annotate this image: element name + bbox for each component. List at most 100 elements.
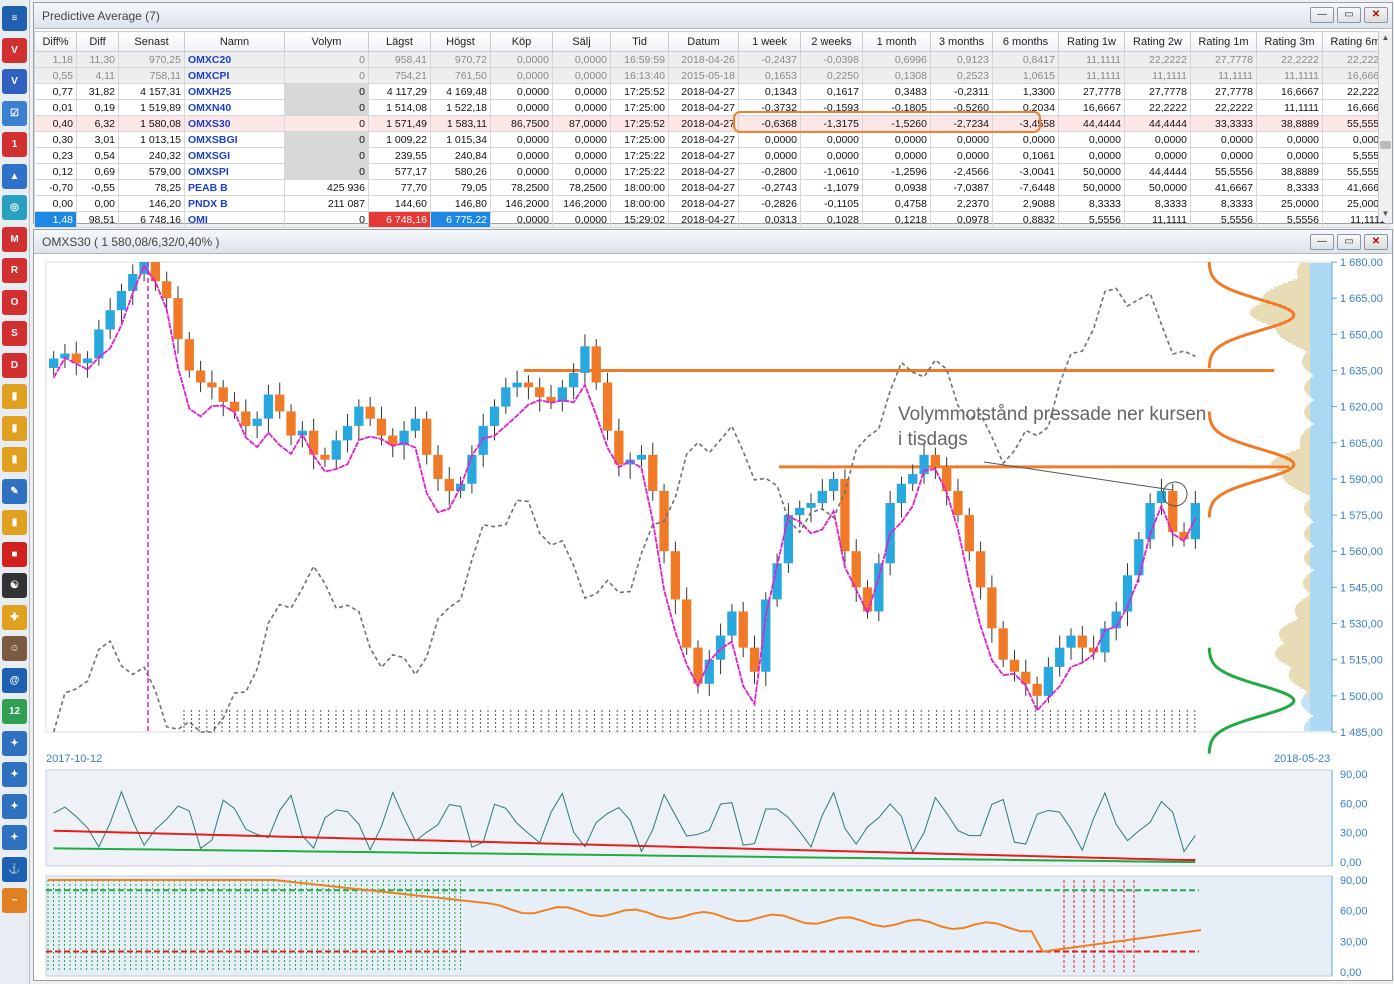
table-cell: 25,0000 <box>1256 195 1323 212</box>
table-row[interactable]: 1,18 11,30 970,25 OMXC20 0 958,41 970,72 0,0000… <box>34 51 1389 68</box>
calendar-icon[interactable]: 12 <box>2 699 27 724</box>
date-end-label: 2018-05-23 <box>1274 753 1330 765</box>
column-header[interactable]: Lägst <box>368 31 431 52</box>
candle-body <box>365 406 375 419</box>
bar-chart-icon[interactable]: ▮ <box>2 384 27 409</box>
table-cell: 2018-04-27 <box>668 131 739 148</box>
table-cell: 1,3300 <box>992 83 1059 100</box>
chart-icon[interactable]: ▲ <box>2 163 27 189</box>
column-header[interactable]: Rating 3m <box>1256 31 1323 52</box>
table-row[interactable]: 0,40 6,32 1 580,08 OMXS30 0 1 571,49 1 583,11 8… <box>34 115 1389 132</box>
table-row[interactable]: 1,48 98,51 6 748,16 OMI 0 6 748,16 6 775,22 0,0… <box>34 211 1389 228</box>
candle-body <box>975 551 986 588</box>
column-header[interactable]: Högst <box>430 31 491 52</box>
document-icon[interactable]: ≡ <box>2 6 27 31</box>
scroll-down-icon[interactable]: ▼ <box>1379 207 1392 221</box>
minimize-button[interactable]: — <box>1310 7 1334 23</box>
table-cell: 0,9123 <box>930 51 993 68</box>
column-header[interactable]: 1 month <box>862 31 931 52</box>
column-header[interactable]: Volym <box>284 31 369 52</box>
o-chart-icon[interactable]: O <box>2 289 27 315</box>
column-header[interactable]: Senast <box>118 31 185 52</box>
table-cell: 0,19 <box>76 99 119 116</box>
table-cell: 17:25:00 <box>610 131 669 148</box>
candle-body <box>410 418 421 431</box>
price-chart[interactable]: 1 680,00 1 665,00 1 650,00 1 635,00 1 620,00… <box>34 254 1392 980</box>
column-header[interactable]: Rating 1m <box>1190 31 1257 52</box>
m-chart-icon[interactable]: M <box>2 226 27 252</box>
table-row[interactable]: 0,01 0,19 1 519,89 OMXN40 0 1 514,08 1 522,18 0… <box>34 99 1389 116</box>
candle-body <box>636 454 647 460</box>
table-cell: -1,2596 <box>862 163 931 180</box>
maximize-button[interactable]: ▭ <box>1337 7 1361 23</box>
wrench-icon[interactable]: ✎ <box>2 478 27 504</box>
stop-icon[interactable]: ■ <box>2 541 27 567</box>
table-row[interactable]: 0,12 0,69 579,00 OMXSPI 0 577,17 580,26 0,0000 0… <box>34 163 1389 180</box>
column-header[interactable]: Rating 1w <box>1058 31 1125 52</box>
column-header[interactable]: Diff% <box>34 31 77 52</box>
v-chart2-icon[interactable]: V <box>2 69 27 94</box>
chart-minimize-button[interactable]: — <box>1310 234 1334 250</box>
r-chart-icon[interactable]: R <box>2 258 27 283</box>
column-header[interactable]: Namn <box>184 31 285 52</box>
compass2-icon[interactable]: ✦ <box>2 762 27 787</box>
table-row[interactable]: 0,23 0,54 240,32 OMXSGI 0 239,55 240,84 0,0000 0… <box>34 147 1389 164</box>
anchor-icon[interactable]: ⚓ <box>2 856 27 882</box>
scroll-thumb[interactable] <box>1380 141 1391 149</box>
table-cell: 0,1653 <box>738 67 801 84</box>
chart-maximize-button[interactable]: ▭ <box>1337 234 1361 250</box>
table-cell: -3,0041 <box>992 163 1059 180</box>
close-button[interactable]: ✕ <box>1364 7 1388 23</box>
compass3-icon[interactable]: ✦ <box>2 793 27 819</box>
candle-body <box>128 274 138 291</box>
column-header[interactable]: 6 months <box>992 31 1059 52</box>
column-header[interactable]: Sälj <box>552 31 611 52</box>
column-header[interactable]: Datum <box>668 31 739 52</box>
column-header[interactable]: 2 weeks <box>800 31 863 52</box>
one-chart-icon[interactable]: 1 <box>2 132 27 157</box>
checklist-icon[interactable]: ☑ <box>2 100 27 126</box>
oscillator-panel-1-tick-label: 0,00 <box>1340 857 1361 869</box>
graph-icon[interactable]: ~ <box>2 888 27 913</box>
v-chart-icon[interactable]: V <box>2 37 27 63</box>
column-header[interactable]: Tid <box>610 31 669 52</box>
bar-chart3-icon[interactable]: ▮ <box>2 447 27 472</box>
table-cell: 754,21 <box>368 67 431 84</box>
scroll-up-icon[interactable]: ▲ <box>1379 31 1392 45</box>
column-header[interactable]: Köp <box>490 31 553 52</box>
table-cell: 0,0000 <box>490 163 553 180</box>
table-row[interactable]: 0,77 31,82 4 157,31 OMXH25 0 4 117,29 4 169,48… <box>34 83 1389 100</box>
bar-chart2-icon[interactable]: ▮ <box>2 415 27 441</box>
avatar-icon[interactable]: ☺ <box>2 636 27 661</box>
table-row[interactable]: 0,55 4,11 758,11 OMXCPI 0 754,21 761,50 0,0000 0… <box>34 67 1389 84</box>
candle-body <box>433 454 443 479</box>
column-header[interactable]: 1 week <box>738 31 801 52</box>
column-header[interactable]: Diff <box>76 31 119 52</box>
table-row[interactable]: -0,70 -0,55 78,25 PEAB B 425 936 77,70 79,05 78… <box>34 179 1389 196</box>
candle-body <box>331 440 341 460</box>
table-cell: 27,7778 <box>1124 83 1191 100</box>
table-row[interactable]: 0,30 3,01 1 013,15 OMXSBGI 0 1 009,22 1 015,34… <box>34 131 1389 148</box>
compass4-icon[interactable]: ✦ <box>2 825 27 850</box>
price-tick-label: 1 635,00 <box>1340 365 1383 377</box>
compass-icon[interactable]: ✦ <box>2 730 27 756</box>
instrument-name: PNDX B <box>184 195 285 212</box>
globe-icon[interactable]: ◎ <box>2 195 27 220</box>
table-cell: 0,2523 <box>930 67 993 84</box>
pin-icon[interactable]: ✚ <box>2 604 27 630</box>
swirl-icon[interactable]: @ <box>2 667 27 693</box>
table-cell: 18:00:00 <box>610 195 669 212</box>
column-header[interactable]: 3 months <box>930 31 993 52</box>
bar-chart4-icon[interactable]: ▮ <box>2 510 27 535</box>
instrument-name: OMXS30 <box>184 115 285 132</box>
table-cell: 8,3333 <box>1124 195 1191 212</box>
s-chart-icon[interactable]: S <box>2 321 27 346</box>
candle-body <box>207 382 217 388</box>
candle-body <box>523 382 534 388</box>
chart-close-button[interactable]: ✕ <box>1364 234 1388 250</box>
table-row[interactable]: 0,00 0,00 146,20 PNDX B 211 087 144,60 146,80 1… <box>34 195 1389 212</box>
d-chart-icon[interactable]: D <box>2 352 27 378</box>
column-header[interactable]: Rating 2w <box>1124 31 1191 52</box>
yinyang-icon[interactable]: ☯ <box>2 573 27 598</box>
table-scrollbar[interactable]: ▲ ▼ <box>1378 31 1392 221</box>
